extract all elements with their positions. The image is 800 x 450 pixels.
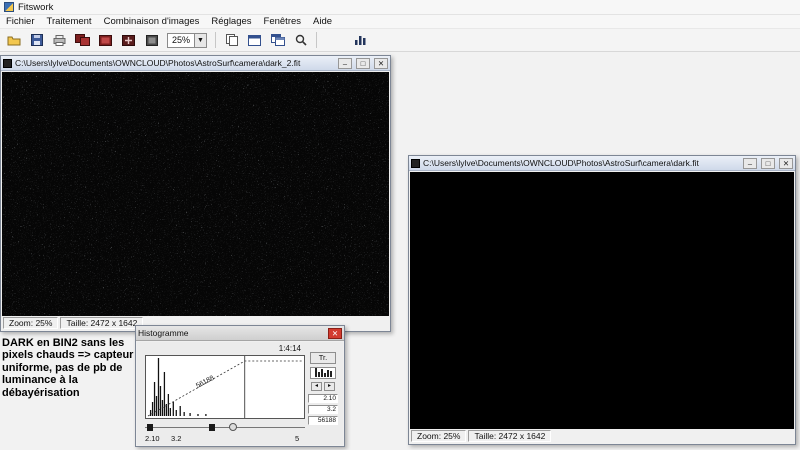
document-icon: [411, 158, 420, 168]
magnifier-icon[interactable]: [290, 31, 311, 50]
dark2-zoom-status: Zoom: 25%: [3, 317, 59, 329]
toolbar: 25% ▼: [0, 29, 800, 52]
dark-statusbar: Zoom: 25% Taille: 2472 x 1642: [410, 429, 794, 443]
threshold-gamma-field[interactable]: 3.2: [308, 405, 338, 414]
high-threshold-handle[interactable]: [209, 424, 215, 431]
slider-track: [145, 427, 305, 428]
arrow-right-icon[interactable]: ▸: [324, 382, 335, 391]
image-combine-icon[interactable]: [72, 31, 93, 50]
tr-button[interactable]: Tr.: [310, 352, 336, 364]
minimize-icon[interactable]: –: [338, 57, 352, 69]
new-window-icon[interactable]: [244, 31, 265, 50]
threshold-high-field[interactable]: 56188: [308, 416, 338, 425]
gamma-handle[interactable]: [229, 423, 237, 431]
menubar: Fichier Traitement Combinaison d'images …: [0, 15, 800, 29]
threshold-low-field[interactable]: 2.10: [308, 394, 338, 403]
image-window-dark2: C:\Users\lylve\Documents\OWNCLOUD\Photos…: [0, 55, 391, 332]
minimize-icon[interactable]: –: [743, 157, 757, 169]
image-add-icon[interactable]: [118, 31, 139, 50]
low-threshold-handle[interactable]: [147, 424, 153, 431]
histogram-toolbar-icon[interactable]: [350, 31, 371, 50]
dark2-image-canvas[interactable]: [2, 72, 389, 316]
dark-titlebar[interactable]: C:\Users\lylve\Documents\OWNCLOUD\Photos…: [409, 156, 795, 171]
batch-process-icon[interactable]: [141, 31, 162, 50]
dark-size-status: Taille: 2472 x 1642: [468, 430, 552, 442]
dark2-size-status: Taille: 2472 x 1642: [60, 317, 144, 329]
close-icon[interactable]: ✕: [779, 157, 793, 169]
histogram-axis: 2.10 3.2 5: [145, 434, 305, 444]
app-titlebar[interactable]: Fitswork: [0, 0, 800, 15]
histogram-titlebar[interactable]: Histogramme ✕: [136, 326, 344, 341]
histogram-title: Histogramme: [138, 328, 189, 338]
histogram-peak-label: 56188: [195, 375, 215, 390]
histogram-window: Histogramme ✕ 1:4:14 56188 2.10 3.2 5 Tr…: [135, 325, 345, 447]
save-icon[interactable]: [26, 31, 47, 50]
zoom-combo[interactable]: 25% ▼: [167, 32, 208, 48]
menu-fichier[interactable]: Fichier: [0, 16, 41, 27]
zoom-value: 25%: [172, 35, 191, 45]
print-icon[interactable]: [49, 31, 70, 50]
histogram-plot[interactable]: 56188: [145, 355, 305, 419]
open-file-icon[interactable]: [3, 31, 24, 50]
image-subtract-icon[interactable]: [95, 31, 116, 50]
menu-fenetres[interactable]: Fenêtres: [258, 16, 308, 27]
chevron-down-icon[interactable]: ▼: [194, 33, 207, 47]
dark-image-canvas[interactable]: [410, 172, 794, 429]
toolbar-separator: [215, 32, 217, 48]
dark2-title: C:\Users\lylve\Documents\OWNCLOUD\Photos…: [15, 58, 301, 68]
axis-label-gamma: 3.2: [171, 434, 182, 443]
histogram-controls: Tr. ◂ ▸ 2.10 3.2 56188: [306, 352, 340, 442]
arrow-left-icon[interactable]: ◂: [311, 382, 322, 391]
toolbar-separator: [316, 32, 318, 48]
image-window-dark: C:\Users\lylve\Documents\OWNCLOUD\Photos…: [408, 155, 796, 445]
annotation-note: DARK en BIN2 sans les pixels chauds => c…: [2, 337, 134, 399]
dark2-titlebar[interactable]: C:\Users\lylve\Documents\OWNCLOUD\Photos…: [1, 56, 390, 71]
dark-title: C:\Users\lylve\Documents\OWNCLOUD\Photos…: [423, 158, 699, 168]
histogram-slider: [145, 422, 305, 433]
menu-traitement[interactable]: Traitement: [41, 16, 98, 27]
step-arrows: ◂ ▸: [306, 382, 340, 391]
histogram-coord-readout: 1:4:14: [278, 344, 301, 353]
app-icon: [4, 2, 14, 12]
menu-aide[interactable]: Aide: [307, 16, 338, 27]
axis-label-low: 2.10: [145, 434, 160, 443]
equalize-icon[interactable]: [310, 367, 336, 379]
axis-label-high: 5: [295, 434, 300, 443]
app-title: Fitswork: [18, 1, 54, 13]
cascade-windows-icon[interactable]: [267, 31, 288, 50]
dark-zoom-status: Zoom: 25%: [411, 430, 467, 442]
menu-combinaison[interactable]: Combinaison d'images: [98, 16, 206, 27]
maximize-icon[interactable]: □: [761, 157, 775, 169]
histogram-body: 1:4:14 56188 2.10 3.2 5 Tr. ◂ ▸ 2.10 3.2…: [137, 342, 343, 445]
menu-reglages[interactable]: Réglages: [205, 16, 257, 27]
close-icon[interactable]: ✕: [374, 57, 388, 69]
copy-icon[interactable]: [221, 31, 242, 50]
document-icon: [3, 58, 12, 68]
close-icon[interactable]: ✕: [328, 327, 342, 339]
maximize-icon[interactable]: □: [356, 57, 370, 69]
